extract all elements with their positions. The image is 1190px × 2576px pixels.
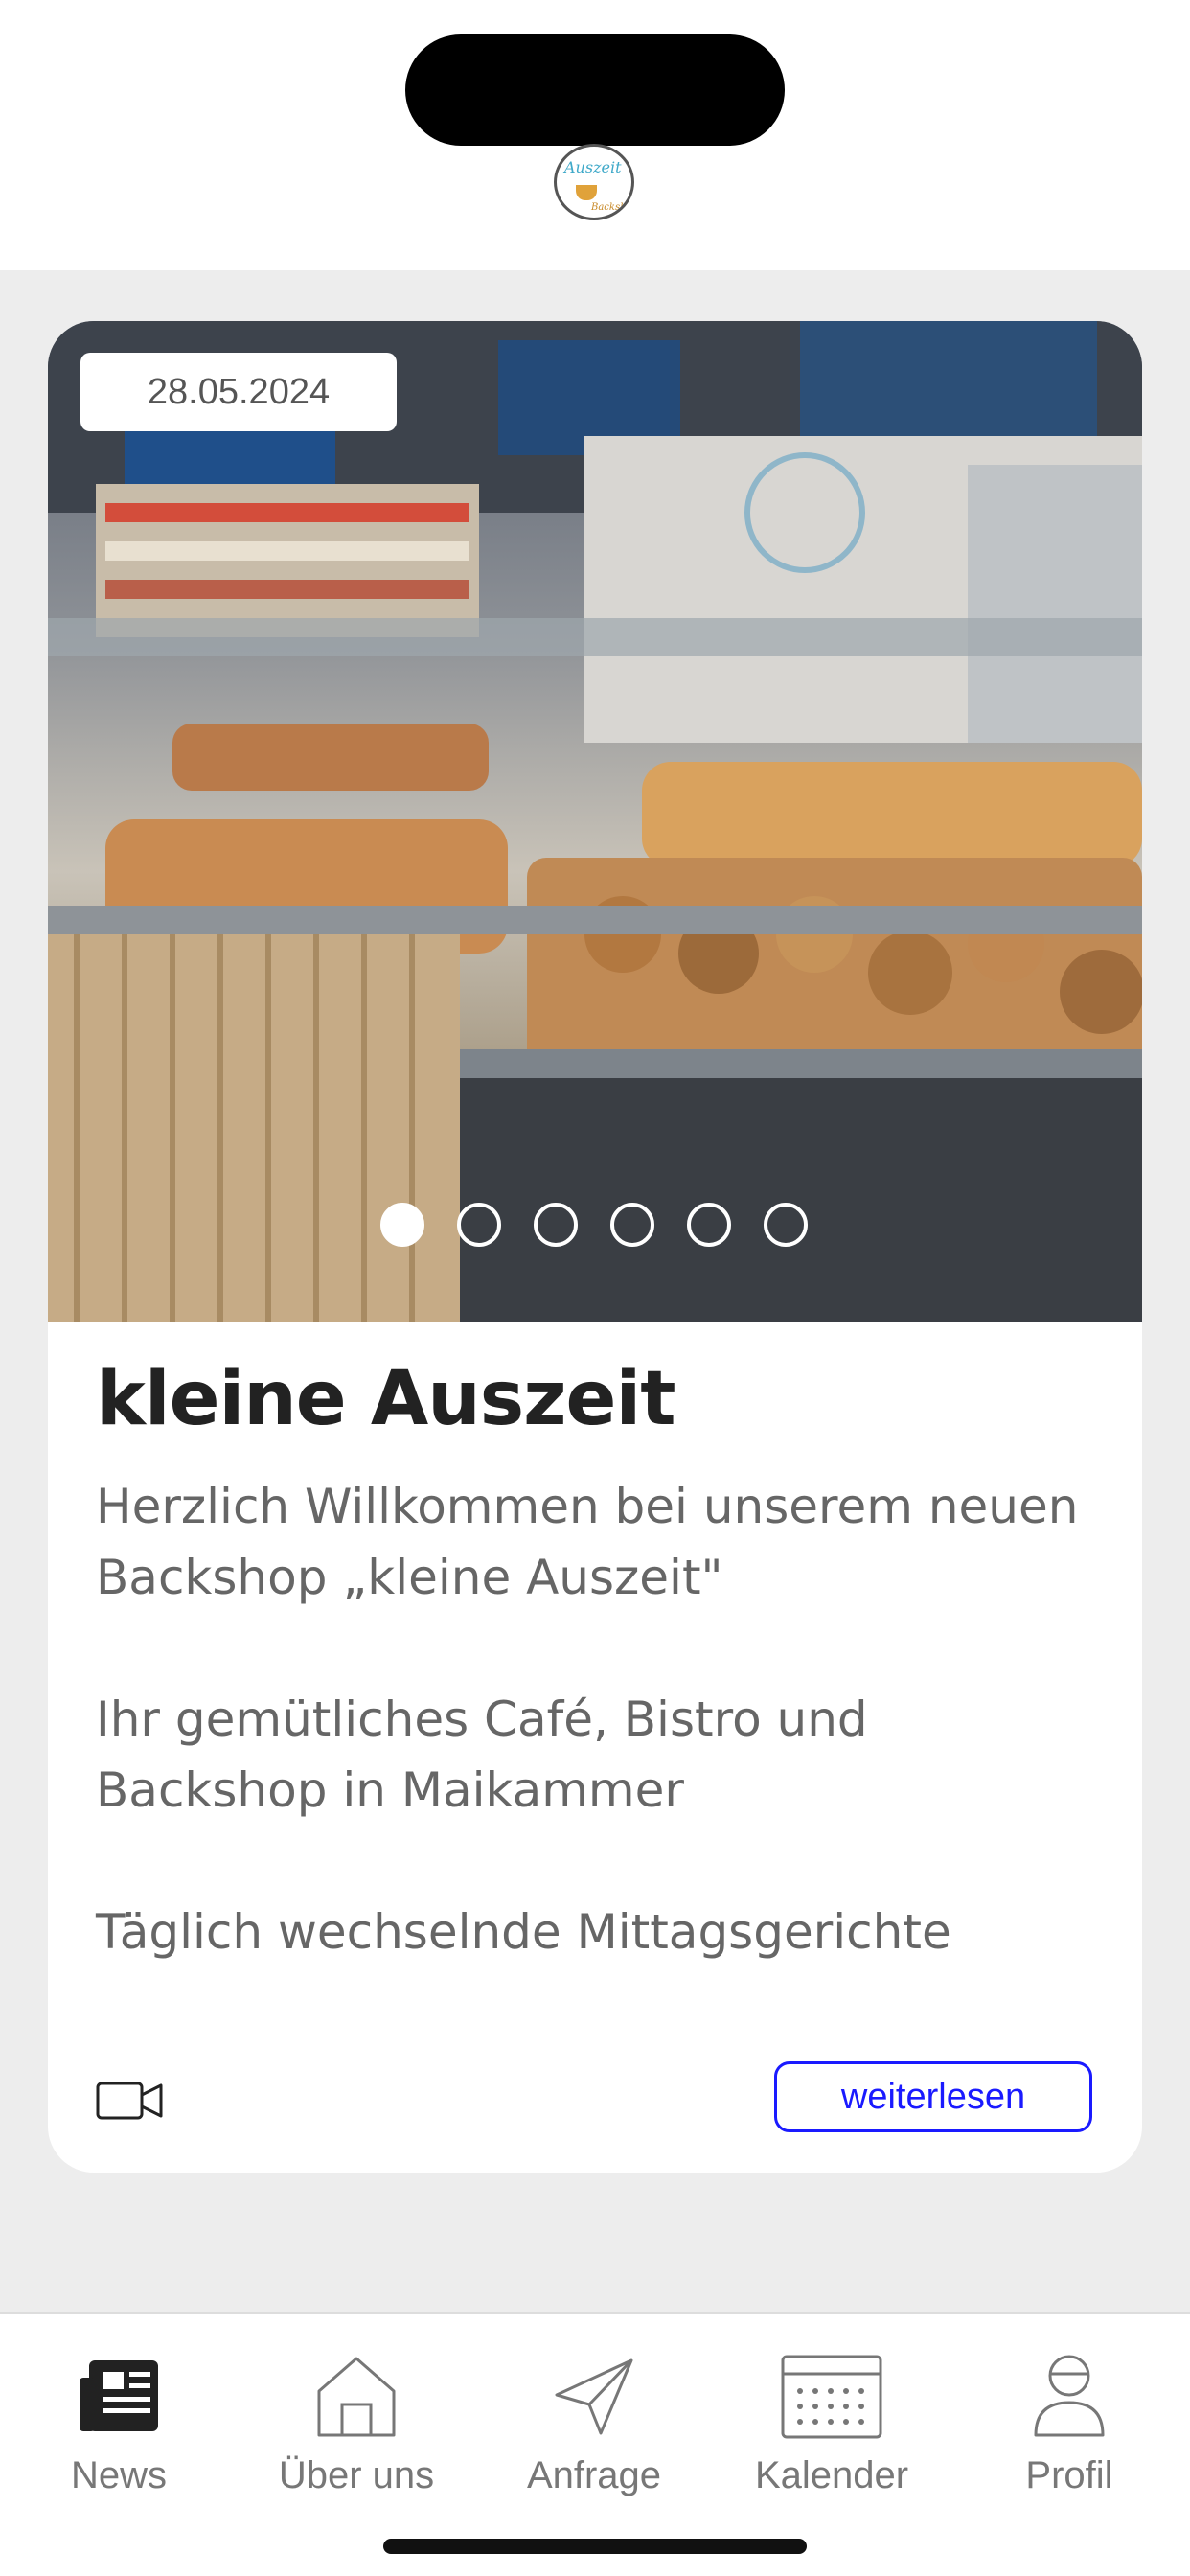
app-header: Auszeit Backshop — [0, 0, 1190, 270]
post-title: kleine Auszeit — [96, 1356, 675, 1442]
carousel-dot[interactable] — [380, 1203, 424, 1247]
person-icon — [1034, 2355, 1105, 2437]
tab-profile[interactable]: Profil — [950, 2353, 1188, 2525]
home-icon — [317, 2357, 396, 2437]
carousel-dot[interactable] — [610, 1203, 654, 1247]
tab-news[interactable]: News — [0, 2353, 238, 2525]
tab-label: Über uns — [278, 2454, 435, 2496]
newspaper-icon — [80, 2360, 158, 2431]
tab-label: Kalender — [754, 2454, 909, 2496]
tab-calendar[interactable]: Kalender — [713, 2353, 950, 2525]
carousel-dot[interactable] — [764, 1203, 808, 1247]
carousel-dot[interactable] — [534, 1203, 578, 1247]
home-indicator[interactable] — [383, 2539, 807, 2554]
tab-inquiry[interactable]: Anfrage — [475, 2353, 713, 2525]
read-more-button[interactable]: weiterlesen — [774, 2061, 1092, 2132]
paper-plane-icon — [555, 2358, 633, 2435]
post-date: 28.05.2024 — [80, 353, 397, 431]
video-icon — [96, 2082, 163, 2120]
post-paragraph: Herzlich Willkommen bei unserem neuen Ba… — [96, 1479, 1079, 1605]
carousel-dot[interactable] — [457, 1203, 501, 1247]
app-logo: Auszeit Backshop — [554, 144, 634, 220]
tab-label: Anfrage — [526, 2454, 662, 2496]
tab-label: Profil — [1025, 2454, 1113, 2496]
calendar-icon — [781, 2355, 882, 2439]
post-paragraph: Ihr gemütliches Café, Bistro und Backsho… — [96, 1691, 868, 1818]
tab-label: News — [70, 2454, 168, 2496]
bottom-tab-bar: News Über uns Anfrage Kalender Profil — [0, 2312, 1190, 2576]
news-card[interactable]: 28.05.2024 kleine Auszeit Herzlich Willk… — [48, 321, 1142, 2173]
tab-about[interactable]: Über uns — [238, 2353, 475, 2525]
post-paragraph: Täglich wechselnde Mittagsgerichte — [96, 1904, 951, 1960]
carousel-indicator[interactable] — [380, 1203, 808, 1247]
carousel-dot[interactable] — [687, 1203, 731, 1247]
news-image[interactable]: 28.05.2024 — [48, 321, 1142, 1322]
device-notch — [405, 34, 785, 146]
